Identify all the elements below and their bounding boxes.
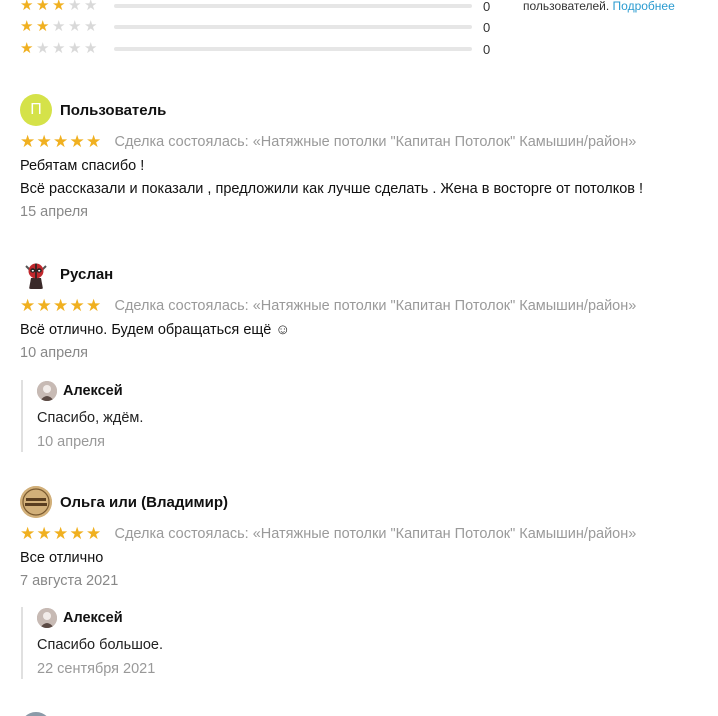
reply-date: 10 апреля (37, 434, 106, 450)
reply-avatar-icon[interactable] (37, 381, 57, 401)
star-icon: ★ (20, 296, 36, 315)
review-meta: ★ ★ ★ ★ ★ Сделка состоялась: «Натяжные потол… (20, 297, 710, 315)
star-icon: ★ (36, 18, 50, 35)
review-author-row: П Пользователь (20, 94, 710, 126)
star-icon: ★ (20, 0, 34, 14)
star-icon: ★ (52, 0, 66, 14)
star-group: ★ ★ ★ ★ ★ (20, 0, 102, 14)
review-text-line: Всё отлично. Будем обращаться ещё ☺ (20, 322, 291, 338)
owner-reply: Алексей Спасибо большое. 22 сентября 202… (21, 607, 421, 679)
star-icon: ★ (84, 40, 98, 57)
star-icon: ★ (53, 524, 69, 543)
reply-text: Спасибо большое. (37, 637, 163, 653)
star-icon: ★ (20, 40, 34, 57)
deal-status: Сделка состоялась: «Натяжные потолки "Ка… (114, 526, 637, 542)
badge-avatar-icon[interactable] (20, 486, 52, 518)
star-icon: ★ (84, 0, 98, 14)
review-text-line: Ребятам спасибо ! (20, 158, 145, 174)
star-icon: ★ (20, 524, 36, 543)
rating-row-1: ★ ★ ★ ★ ★ 0 (20, 41, 500, 57)
rating-row-3: ★ ★ ★ ★ ★ 0 (20, 0, 500, 14)
review-text-line: Всё рассказали и показали , предложили к… (20, 181, 644, 197)
star-icon: ★ (69, 296, 85, 315)
star-icon: ★ (68, 40, 82, 57)
review-card: П Пользователь ★ ★ ★ ★ ★ Сделка состоялась: … (20, 94, 710, 223)
avatar-letter: П (30, 101, 42, 118)
reply-date: 22 сентября 2021 (37, 661, 156, 677)
avatar[interactable]: П (20, 94, 52, 126)
rating-bar (114, 47, 472, 51)
review-author-row: Руслан (20, 258, 710, 290)
review-text-line: Все отлично (20, 550, 104, 566)
rating-count: 0 (483, 0, 491, 14)
star-icon: ★ (36, 296, 52, 315)
rating-bar (114, 25, 472, 29)
review-card: Руслан ★ ★ ★ ★ ★ Сделка состоялась: «Натяжны… (20, 258, 710, 364)
star-icon: ★ (86, 524, 102, 543)
reply-author-row: Алексей (37, 607, 421, 629)
review-date: 15 апреля (20, 204, 89, 220)
star-group: ★ ★ ★ ★ ★ (20, 41, 102, 57)
reply-author-row: Алексей (37, 380, 421, 402)
review-meta: ★ ★ ★ ★ ★ Сделка состоялась: «Натяжные потол… (20, 133, 710, 151)
star-icon: ★ (53, 296, 69, 315)
review-author[interactable]: Ольга или (Владимир) (60, 494, 228, 511)
star-icon: ★ (36, 132, 52, 151)
review-author[interactable]: Пользователь (60, 102, 166, 119)
deadpool-avatar-icon[interactable] (20, 258, 52, 290)
review-author-row: Ольга или (Владимир) (20, 486, 710, 518)
rating-bar (114, 4, 472, 8)
users-note-text: пользователей. (523, 0, 610, 13)
deal-status: Сделка состоялась: «Натяжные потолки "Ка… (114, 134, 637, 150)
reply-text: Спасибо, ждём. (37, 410, 144, 426)
star-icon: ★ (36, 40, 50, 57)
star-icon: ★ (52, 40, 66, 57)
review-card: Ольга или (Владимир) ★ ★ ★ ★ ★ Сделка состоя… (20, 486, 710, 592)
review-meta: ★ ★ ★ ★ ★ Сделка состоялась: «Натяжные потол… (20, 525, 710, 543)
star-icon: ★ (86, 132, 102, 151)
star-icon: ★ (53, 132, 69, 151)
avatar[interactable] (20, 712, 52, 716)
rating-count: 0 (483, 19, 491, 35)
star-icon: ★ (36, 0, 50, 14)
star-icon: ★ (20, 18, 34, 35)
review-date: 7 августа 2021 (20, 573, 119, 589)
owner-reply: Алексей Спасибо, ждём. 10 апреля (21, 380, 421, 452)
star-icon: ★ (36, 524, 52, 543)
rating-row-2: ★ ★ ★ ★ ★ 0 (20, 19, 500, 35)
reply-avatar-icon[interactable] (37, 608, 57, 628)
users-note: пользователей. Подробнее (523, 0, 675, 13)
star-icon: ★ (69, 132, 85, 151)
star-icon: ★ (52, 18, 66, 35)
rating-count: 0 (483, 41, 491, 57)
star-icon: ★ (20, 132, 36, 151)
star-icon: ★ (68, 18, 82, 35)
star-icon: ★ (68, 0, 82, 14)
review-author[interactable]: Руслан (60, 266, 113, 283)
star-group: ★ ★ ★ ★ ★ (20, 19, 102, 35)
deal-status: Сделка состоялась: «Натяжные потолки "Ка… (114, 298, 637, 314)
reply-author[interactable]: Алексей (63, 610, 123, 626)
star-icon: ★ (84, 18, 98, 35)
review-date: 10 апреля (20, 345, 89, 361)
more-link[interactable]: Подробнее (613, 0, 675, 13)
star-icon: ★ (69, 524, 85, 543)
reply-author[interactable]: Алексей (63, 383, 123, 399)
star-icon: ★ (86, 296, 102, 315)
